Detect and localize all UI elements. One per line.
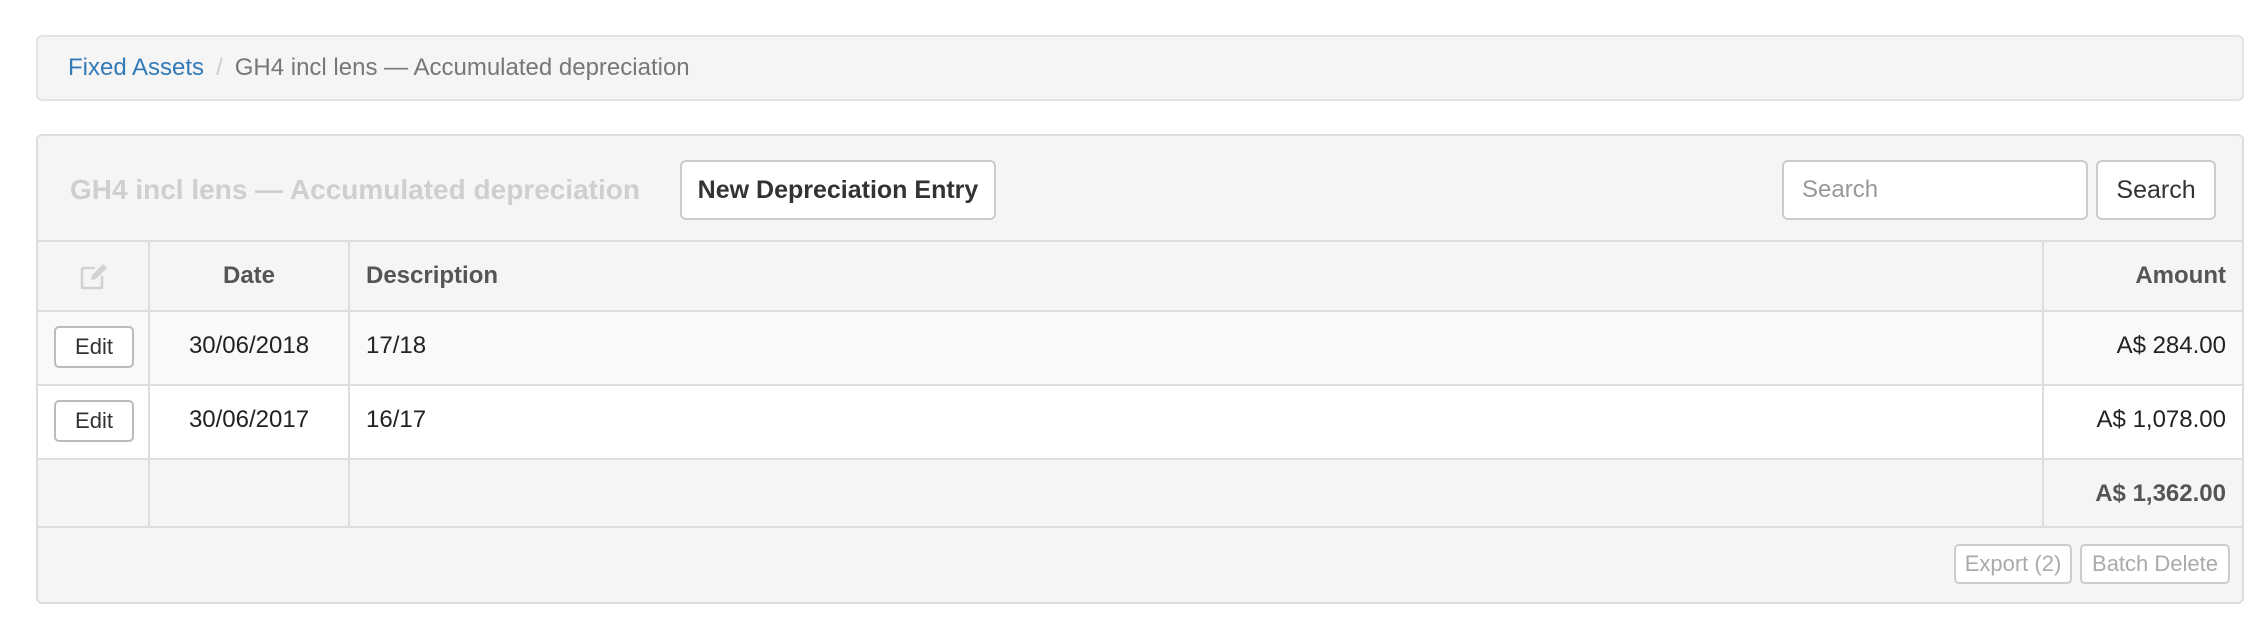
row-date-cell: 30/06/2017 [150,386,350,458]
breadcrumb-current: GH4 incl lens — Accumulated depreciation [234,54,690,81]
table-total-row: A$ 1,362.00 [38,460,2242,528]
search-button[interactable]: Search [2096,160,2216,220]
row-date: 30/06/2017 [188,406,310,433]
table-header-row: Date Description Amount [38,242,2242,312]
header-description-cell: Description [350,242,2044,310]
edit-icon [80,264,107,290]
breadcrumb-separator: / [216,54,223,81]
total-empty-cell [150,460,350,526]
panel-footer: Export (2) Batch Delete [38,528,2242,602]
row-amount: A$ 284.00 [2116,332,2226,359]
total-empty-cell [350,460,2044,526]
header-edit-cell [38,242,150,310]
total-empty-cell [38,460,150,526]
new-depreciation-entry-button[interactable]: New Depreciation Entry [680,160,996,220]
column-header-amount[interactable]: Amount [2135,262,2226,290]
search-input[interactable] [1782,160,2088,220]
row-amount-cell: A$ 1,078.00 [2044,386,2242,458]
edit-button[interactable]: Edit [54,400,134,442]
table-row: Edit 30/06/2018 17/18 A$ 284.00 [38,312,2242,386]
table-row: Edit 30/06/2017 16/17 A$ 1,078.00 [38,386,2242,460]
row-description-cell: 17/18 [350,312,2044,384]
row-amount-cell: A$ 284.00 [2044,312,2242,384]
column-header-description[interactable]: Description [366,262,498,290]
total-amount: A$ 1,362.00 [2095,480,2226,507]
header-amount-cell: Amount [2044,242,2242,310]
depreciation-panel: GH4 incl lens — Accumulated depreciation… [36,134,2244,604]
row-date: 30/06/2018 [188,332,310,359]
batch-delete-button[interactable]: Batch Delete [2080,544,2230,584]
breadcrumb: Fixed Assets / GH4 incl lens — Accumulat… [36,35,2244,101]
row-description: 16/17 [366,406,427,433]
page: Fixed Assets / GH4 incl lens — Accumulat… [0,0,2268,620]
column-header-date[interactable]: Date [150,262,348,290]
breadcrumb-fixed-assets-link[interactable]: Fixed Assets [68,54,204,82]
panel-heading: GH4 incl lens — Accumulated depreciation… [38,136,2242,242]
row-edit-cell: Edit [38,312,150,384]
edit-button[interactable]: Edit [54,326,134,368]
export-button[interactable]: Export (2) [1954,544,2072,584]
row-edit-cell: Edit [38,386,150,458]
total-amount-cell: A$ 1,362.00 [2044,460,2242,526]
row-amount: A$ 1,078.00 [2096,406,2226,433]
row-date-cell: 30/06/2018 [150,312,350,384]
header-date-cell: Date [150,242,350,310]
row-description: 17/18 [366,332,427,359]
panel-title: GH4 incl lens — Accumulated depreciation [70,174,640,205]
row-description-cell: 16/17 [350,386,2044,458]
